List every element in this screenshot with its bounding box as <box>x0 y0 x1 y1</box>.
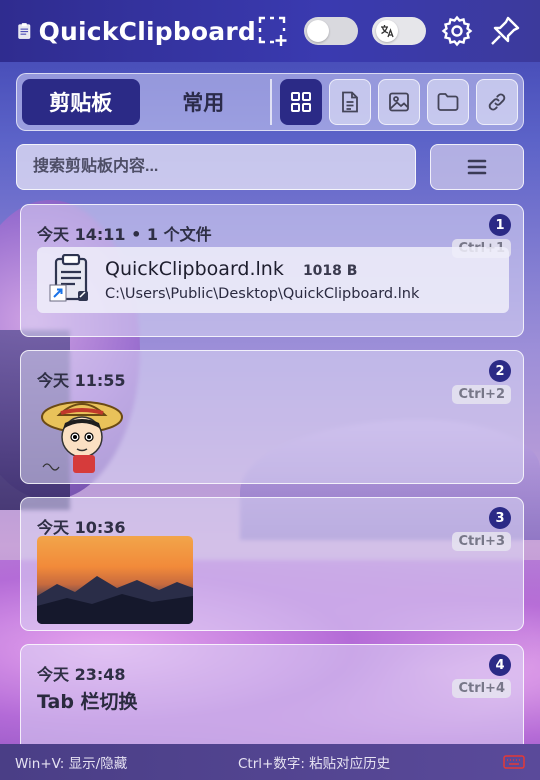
app-title: QuickClipboard <box>38 16 256 46</box>
menu-icon <box>467 159 487 175</box>
file-name: QuickClipboard.lnk <box>105 258 284 280</box>
title-bar[interactable]: QuickClipboard <box>0 0 540 62</box>
keyboard-icon[interactable] <box>503 754 525 770</box>
translate-icon <box>376 20 398 42</box>
filter-bar <box>279 79 518 125</box>
tab-favorites[interactable]: 常用 <box>145 79 263 125</box>
item-index-badge: 1 <box>489 214 511 236</box>
grid-icon <box>290 92 311 112</box>
item-index-badge: 3 <box>489 507 511 529</box>
item-time: 今天 10:36 <box>37 518 126 537</box>
image-icon <box>389 92 409 112</box>
screenshot-icon[interactable] <box>256 14 290 48</box>
pin-icon[interactable] <box>488 14 522 48</box>
menu-button[interactable] <box>430 144 524 190</box>
gear-icon[interactable] <box>440 14 474 48</box>
item-text: Tab 栏切换 <box>37 691 138 713</box>
file-path: C:\Users\Public\Desktop\QuickClipboard.l… <box>105 286 420 302</box>
folder-icon <box>437 93 459 111</box>
document-icon <box>342 91 358 113</box>
item-index-badge: 4 <box>489 654 511 676</box>
filter-image[interactable] <box>377 79 420 125</box>
item-time: 今天 23:48 <box>37 665 126 684</box>
item-time: 今天 14:11 • 1 个文件 <box>37 225 212 244</box>
monitor-toggle[interactable] <box>304 17 358 45</box>
tab-divider <box>270 79 272 125</box>
list-item[interactable]: 今天 11:55 2 Ctrl+2 <box>20 350 524 484</box>
filter-link[interactable] <box>475 79 518 125</box>
cartoon-image-thumbnail <box>41 401 123 473</box>
sunset-image-thumbnail <box>37 536 193 624</box>
file-size: 1018 B <box>302 263 358 279</box>
list-item[interactable]: 今天 23:48 4 Ctrl+4 Tab 栏切换 <box>20 644 524 754</box>
toggle-knob <box>307 20 329 42</box>
search-input[interactable] <box>16 144 416 190</box>
translate-toggle[interactable] <box>372 17 426 45</box>
shortcut-file-icon <box>49 253 91 306</box>
filter-file[interactable] <box>426 79 469 125</box>
status-bar: Win+V: 显示/隐藏 Ctrl+数字: 粘贴对应历史 <box>0 744 540 780</box>
clipboard-logo-icon <box>18 23 31 39</box>
file-entry: QuickClipboard.lnk 1018 B C:\Users\Publi… <box>37 247 509 313</box>
list-item[interactable]: 今天 10:36 3 Ctrl+3 <box>20 497 524 631</box>
link-icon <box>488 93 506 111</box>
tab-clipboard[interactable]: 剪贴板 <box>22 79 140 125</box>
tab-panel: 剪贴板 常用 <box>16 73 524 131</box>
item-time: 今天 11:55 <box>37 371 126 390</box>
filter-text[interactable] <box>328 79 371 125</box>
item-index-badge: 2 <box>489 360 511 382</box>
filter-all[interactable] <box>279 79 322 125</box>
item-shortcut: Ctrl+2 <box>452 385 511 404</box>
list-item[interactable]: 今天 14:11 • 1 个文件 1 Ctrl+1 QuickClipboard… <box>20 204 524 337</box>
footer-hint-paste: Ctrl+数字: 粘贴对应历史 <box>238 756 391 772</box>
footer-hint-toggle: Win+V: 显示/隐藏 <box>15 756 128 772</box>
item-shortcut: Ctrl+3 <box>452 532 511 551</box>
item-shortcut: Ctrl+4 <box>452 679 511 698</box>
